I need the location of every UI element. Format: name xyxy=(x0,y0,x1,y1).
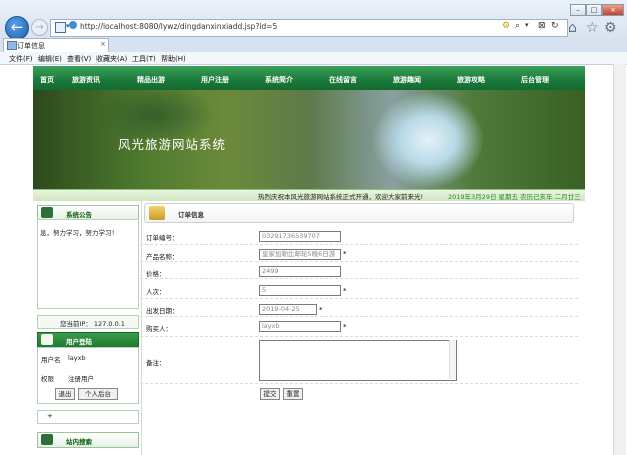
quantity-input[interactable]: 5 xyxy=(259,285,341,296)
menu-help[interactable]: 帮助(H) xyxy=(161,54,186,64)
submit-button[interactable]: 提交 xyxy=(260,388,280,400)
maximize-button[interactable]: □ xyxy=(586,4,602,16)
order-no-label: 订单编号： xyxy=(146,234,179,242)
search-panel-title: 站内搜索 xyxy=(66,438,92,446)
search-panel-header: 站内搜索 xyxy=(37,432,139,448)
marquee-text: 热烈庆祝本风光旅游网站系统正式开通，欢迎大家前来光! xyxy=(258,193,424,201)
gear-icon[interactable]: ⚙ xyxy=(604,20,617,36)
price-label: 价格： xyxy=(146,270,166,278)
form-row xyxy=(140,262,578,279)
role-label: 权限 xyxy=(41,375,54,383)
personal-center-button[interactable]: 个人后台 xyxy=(78,388,118,400)
site-nav xyxy=(33,66,585,90)
quantity-label: 人次： xyxy=(146,288,166,296)
logout-button[interactable]: 退出 xyxy=(55,388,75,400)
ip-value: 127.0.0.1 xyxy=(93,320,125,328)
required-mark: * xyxy=(343,250,347,258)
stop-icon[interactable]: ⊠ xyxy=(538,21,546,31)
date-text: 2019年3月29日 星期五 农历己亥年 二月廿三 xyxy=(448,193,581,201)
remark-scrollbar[interactable] xyxy=(449,340,456,379)
tab-page-icon xyxy=(7,41,17,50)
nav-home[interactable]: 首页 xyxy=(40,75,54,85)
menu-view[interactable]: 查看(V) xyxy=(67,54,91,64)
notice-text: 息，努力学习，努力学习！ xyxy=(40,229,118,237)
remark-label: 备注： xyxy=(146,359,166,367)
departure-date-input[interactable]: 2019-04-25 xyxy=(259,304,317,315)
tab-close-icon[interactable]: × xyxy=(100,40,106,48)
star-icon[interactable]: ☆ xyxy=(586,20,599,36)
ip-text: 您当前IP： 127.0.0.1 xyxy=(60,318,125,328)
ie-icon xyxy=(69,21,77,29)
required-mark: * xyxy=(343,287,347,295)
username-label: 用户名 xyxy=(41,356,61,364)
nav-guides[interactable]: 旅游攻略 xyxy=(457,75,485,85)
form-row xyxy=(140,299,578,317)
notice-icon xyxy=(41,207,53,218)
login-panel-header: 用户登陆 xyxy=(37,332,139,348)
form-row xyxy=(140,317,578,337)
buyer-label: 购买人： xyxy=(146,325,172,333)
tab-label: 订单信息 xyxy=(17,42,45,50)
required-mark: * xyxy=(319,306,323,314)
reset-button[interactable]: 重置 xyxy=(283,388,303,400)
nav-tours[interactable]: 精品出游 xyxy=(137,75,165,85)
back-button[interactable]: ← xyxy=(5,16,29,40)
nav-news[interactable]: 旅游资讯 xyxy=(72,75,100,85)
nav-register[interactable]: 用户注册 xyxy=(201,75,229,85)
search-dropdown-icon[interactable]: ▾ xyxy=(525,21,529,29)
nav-message[interactable]: 在线留言 xyxy=(329,75,357,85)
window-controls: – □ × xyxy=(570,4,624,16)
username-value: layxb xyxy=(68,354,86,362)
banner-image xyxy=(33,90,585,190)
nav-about[interactable]: 系统简介 xyxy=(265,75,293,85)
nav-admin[interactable]: 后台管理 xyxy=(521,75,549,85)
order-title: 订单信息 xyxy=(178,211,204,219)
form-row xyxy=(140,279,578,299)
order-icon xyxy=(149,206,165,220)
remark-textarea[interactable] xyxy=(259,340,457,381)
buyer-input[interactable]: layxb xyxy=(259,321,341,332)
compat-icon[interactable]: ⚙ xyxy=(502,21,510,31)
sidebar-spacer-mark: + xyxy=(47,412,53,420)
form-row xyxy=(140,228,578,245)
address-text[interactable]: http://localhost:8080/lywz/dingdanxinxia… xyxy=(80,22,277,31)
departure-date-label: 出发日期： xyxy=(146,307,179,315)
form-row xyxy=(140,245,578,262)
search-panel-icon xyxy=(41,434,53,445)
product-name-input[interactable]: 皇家加勒比邮轮5晚6日游 xyxy=(259,249,341,260)
search-icon[interactable]: ⌕ xyxy=(515,21,520,31)
required-mark: * xyxy=(343,323,347,331)
ip-label: 您当前IP： xyxy=(60,320,92,328)
site-title: 风光旅游网站系统 xyxy=(118,137,227,152)
product-name-label: 产品名称： xyxy=(146,253,179,261)
order-panel-header xyxy=(144,203,574,223)
minimize-button[interactable]: – xyxy=(570,4,586,16)
menu-tools[interactable]: 工具(T) xyxy=(132,54,156,64)
menu-bar xyxy=(0,52,627,65)
price-input[interactable]: 2499 xyxy=(259,266,341,277)
forward-button[interactable]: → xyxy=(31,19,48,36)
menu-edit[interactable]: 编辑(E) xyxy=(38,54,62,64)
login-title: 用户登陆 xyxy=(66,338,92,346)
nav-anecdotes[interactable]: 旅游趣闻 xyxy=(393,75,421,85)
role-value: 注册用户 xyxy=(68,375,94,383)
menu-file[interactable]: 文件(F) xyxy=(9,54,33,64)
order-no-input[interactable]: 03291736539707 xyxy=(259,231,341,242)
page-icon xyxy=(55,22,66,33)
refresh-icon[interactable]: ↻ xyxy=(551,21,559,31)
user-icon xyxy=(41,334,53,345)
menu-favorites[interactable]: 收藏夹(A) xyxy=(96,54,127,64)
close-button[interactable]: × xyxy=(602,4,624,16)
notice-title: 系统公告 xyxy=(66,211,92,219)
page-scrollbar[interactable] xyxy=(613,64,626,455)
home-icon[interactable]: ⌂ xyxy=(568,20,577,36)
